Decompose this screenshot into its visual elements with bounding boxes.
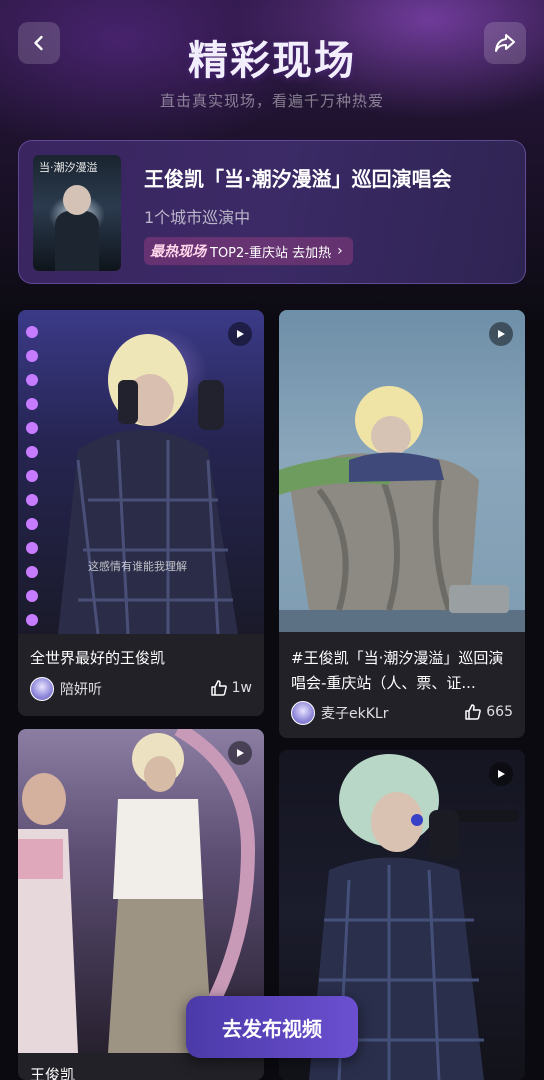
video-card[interactable]: 这感情有谁能我理解 全世界最好的王俊凯 陪妍听 1w bbox=[18, 310, 264, 716]
video-title: #王俊凯「当·潮汐漫溢」巡回演唱会-重庆站（人、票、证... bbox=[291, 649, 504, 692]
play-icon bbox=[489, 762, 513, 786]
like-count: 665 bbox=[486, 704, 513, 720]
header: 精彩现场 直击真实现场，看遍千万种热爱 bbox=[0, 0, 544, 130]
play-icon bbox=[228, 741, 252, 765]
thumbs-up-icon bbox=[210, 680, 227, 696]
video-card[interactable]: #王俊凯「当·潮汐漫溢」巡回演唱会-重庆站（人、票、证... 麦子ekKLr 6… bbox=[279, 310, 525, 738]
poster-figure bbox=[55, 211, 99, 271]
lyric-subtitle: 这感情有谁能我理解 bbox=[88, 560, 187, 573]
poster-title: 当·潮汐漫溢 bbox=[39, 161, 98, 174]
hot-text: TOP2-重庆站 去加热 bbox=[210, 245, 332, 261]
thumbs-up-icon bbox=[465, 704, 482, 720]
share-arrow-icon bbox=[495, 34, 515, 52]
video-title: 全世界最好的王俊凯 bbox=[30, 649, 166, 667]
like-button[interactable]: 1w bbox=[210, 679, 252, 697]
like-button[interactable]: 665 bbox=[464, 703, 513, 721]
page-title: 精彩现场 bbox=[188, 38, 356, 84]
performer-illustration bbox=[279, 386, 525, 632]
hot-rank-tag[interactable]: 最热现场 TOP2-重庆站 去加热 › bbox=[144, 237, 353, 265]
play-icon bbox=[228, 322, 252, 346]
avatar bbox=[30, 677, 54, 701]
like-count: 1w bbox=[231, 680, 252, 696]
avatar bbox=[291, 701, 315, 725]
concert-card[interactable]: 当·潮汐漫溢 王俊凯「当·潮汐漫溢」巡回演唱会 1个城市巡演中 最热现场 TOP… bbox=[18, 140, 526, 284]
play-icon bbox=[489, 322, 513, 346]
city-count: 1个城市巡演中 bbox=[144, 208, 251, 227]
video-thumbnail bbox=[279, 310, 525, 632]
page-subtitle: 直击真实现场，看遍千万种热爱 bbox=[159, 92, 384, 110]
video-author[interactable]: 陪妍听 bbox=[30, 677, 102, 701]
poster-face bbox=[63, 185, 91, 215]
video-title: 王俊凯 bbox=[30, 1066, 76, 1080]
author-name: 陪妍听 bbox=[60, 682, 102, 698]
video-thumbnail: 这感情有谁能我理解 bbox=[18, 310, 264, 634]
concert-poster: 当·潮汐漫溢 bbox=[33, 155, 121, 271]
author-name: 麦子ekKLr bbox=[321, 706, 389, 722]
share-button[interactable] bbox=[484, 22, 526, 64]
hot-label: 最热现场 bbox=[150, 244, 206, 260]
performer-illustration bbox=[26, 326, 238, 634]
concert-name: 王俊凯「当·潮汐漫溢」巡回演唱会 bbox=[144, 167, 452, 191]
chevron-right-icon: › bbox=[337, 243, 343, 259]
publish-video-button[interactable]: 去发布视频 bbox=[186, 996, 358, 1058]
video-author[interactable]: 麦子ekKLr bbox=[291, 701, 388, 725]
